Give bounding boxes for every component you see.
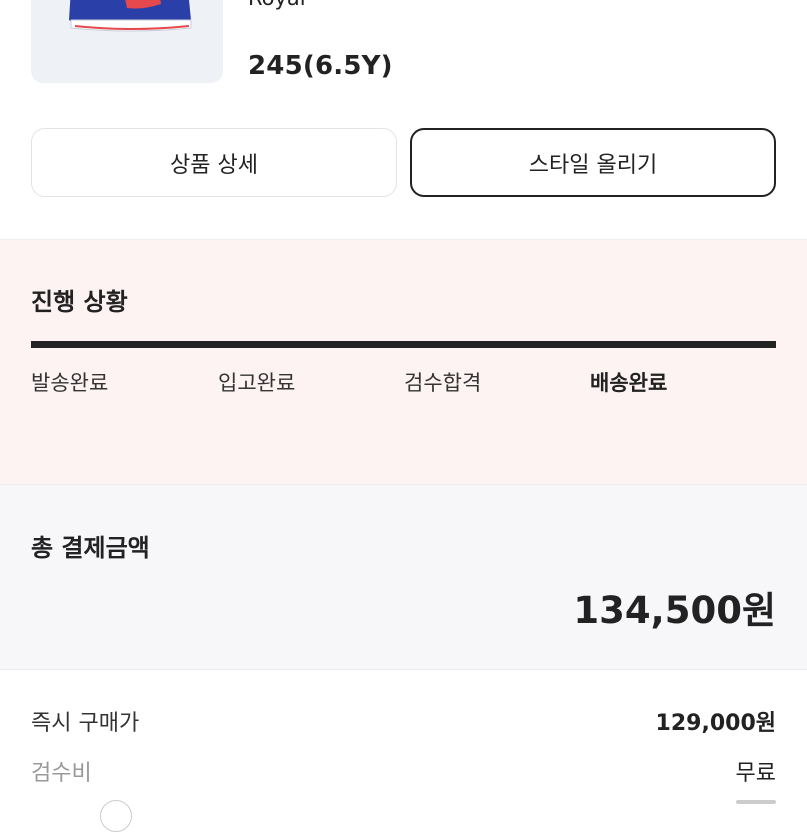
- product-size: 245(6.5Y): [248, 51, 393, 81]
- inspection-fee-value: 무료: [735, 761, 776, 786]
- product-name: Royal: [248, 0, 306, 10]
- product-thumbnail[interactable]: [31, 0, 223, 83]
- sneaker-icon: [69, 0, 192, 32]
- total-amount: 134,500원: [573, 589, 776, 632]
- progress-step-received: 입고완료: [218, 371, 296, 395]
- progress-title: 진행 상황: [31, 288, 128, 316]
- info-icon[interactable]: [100, 800, 132, 832]
- product-detail-button[interactable]: 상품 상세: [31, 128, 397, 197]
- next-row-value: [736, 800, 776, 804]
- inspection-fee-label: 검수비: [31, 761, 92, 786]
- progress-step-shipped: 발송완료: [31, 371, 109, 395]
- progress-step-delivered: 배송완료: [590, 371, 668, 395]
- progress-step-inspected: 검수합격: [404, 371, 482, 395]
- total-section: [0, 484, 807, 670]
- buy-now-price-value: 129,000원: [655, 711, 776, 736]
- progress-section: [0, 239, 807, 485]
- buy-now-price-label: 즉시 구매가: [31, 711, 140, 736]
- progress-bar: [31, 341, 776, 348]
- upload-style-button[interactable]: 스타일 올리기: [410, 128, 776, 197]
- total-title: 총 결제금액: [31, 534, 150, 562]
